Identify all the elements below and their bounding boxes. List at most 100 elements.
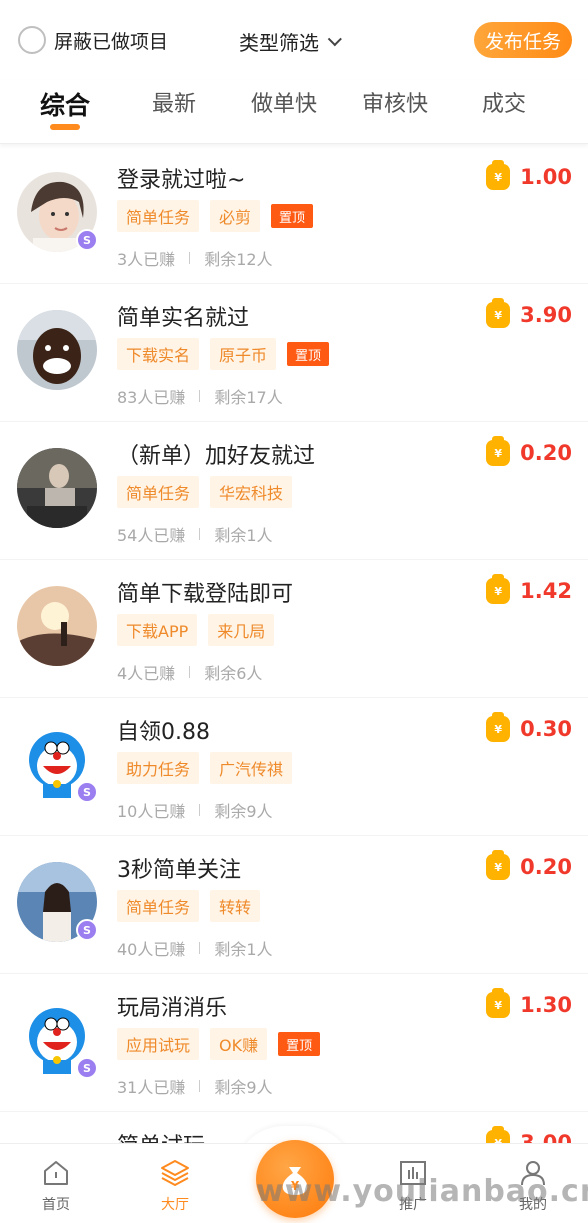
task-item[interactable]: S 自领0.88 助力任务 广汽传祺 10人已赚 剩余9人 ¥ 0.30	[0, 698, 588, 836]
task-hall-screen: 屏蔽已做项目 类型筛选 发布任务 综合 最新 做单快 审核快 成交 S 登录就过…	[0, 0, 588, 1223]
remaining-count: 剩余12人	[204, 250, 273, 269]
hide-done-label: 屏蔽已做项目	[54, 30, 169, 53]
task-item[interactable]: 简单实名就过 下载实名 原子币 置顶 83人已赚 剩余17人 ¥ 3.90	[0, 284, 588, 422]
divider	[199, 804, 201, 816]
reward-amount: 1.42	[520, 579, 572, 603]
nav-profile-label: 我的	[519, 1197, 547, 1213]
task-tags: 简单任务 转转	[117, 890, 271, 922]
task-tag: 应用试玩	[117, 1028, 200, 1060]
tab-deals[interactable]: 成交	[459, 86, 549, 118]
level-badge-icon: S	[76, 919, 98, 941]
level-badge-text: S	[83, 785, 91, 799]
user-icon	[521, 1161, 545, 1186]
hide-done-toggle[interactable]: 屏蔽已做项目	[18, 26, 168, 54]
avatar	[17, 448, 97, 528]
reward-amount: 0.20	[520, 441, 572, 465]
divider	[189, 666, 191, 678]
tab-fast-work[interactable]: 做单快	[239, 86, 329, 118]
task-tag: 简单任务	[117, 200, 200, 232]
task-reward: ¥ 1.30	[486, 988, 572, 1018]
level-badge-text: S	[83, 1061, 91, 1075]
nav-home[interactable]: 首页	[16, 1158, 96, 1214]
coin-glyph: ¥	[494, 308, 502, 322]
level-badge-text: S	[83, 923, 91, 937]
nav-profile[interactable]: 我的	[493, 1158, 573, 1214]
task-tags: 下载APP 来几局	[117, 614, 285, 646]
nav-promote[interactable]: 推广	[373, 1158, 453, 1214]
divider	[189, 252, 191, 264]
task-reward: ¥ 0.20	[486, 850, 572, 880]
publish-task-button[interactable]: 发布任务	[474, 22, 572, 58]
task-tag: 必剪	[210, 200, 261, 232]
task-item[interactable]: （新单）加好友就过 简单任务 华宏科技 54人已赚 剩余1人 ¥ 0.20	[0, 422, 588, 560]
task-tag: 原子币	[210, 338, 277, 370]
avatar	[17, 586, 97, 666]
task-stats: 4人已赚 剩余6人	[117, 660, 262, 684]
nav-hall-label: 大厅	[161, 1197, 189, 1213]
level-badge-text: S	[83, 233, 91, 247]
svg-text:¥: ¥	[291, 1179, 300, 1193]
task-tags: 简单任务 必剪 置顶	[117, 200, 314, 232]
task-title: 自领0.88	[117, 720, 210, 745]
task-tag: OK赚	[210, 1028, 268, 1060]
coin-glyph: ¥	[494, 584, 502, 598]
remaining-count: 剩余1人	[214, 526, 273, 545]
tab-latest[interactable]: 最新	[129, 86, 219, 118]
nav-hall[interactable]: 大厅	[135, 1158, 215, 1214]
type-filter-dropdown[interactable]: 类型筛选	[239, 27, 342, 56]
center-money-button[interactable]: ¥	[256, 1140, 334, 1218]
task-tag: 广汽传祺	[210, 752, 293, 784]
filter-bar: 屏蔽已做项目 类型筛选 发布任务	[0, 0, 588, 80]
coin-glyph: ¥	[494, 860, 502, 874]
task-title: 简单下载登陆即可	[117, 582, 294, 607]
task-reward: ¥ 0.30	[486, 712, 572, 742]
reward-amount: 3.90	[520, 303, 572, 327]
task-reward: ¥ 1.42	[486, 574, 572, 604]
task-item[interactable]: 简单下载登陆即可 下载APP 来几局 4人已赚 剩余6人 ¥ 1.42	[0, 560, 588, 698]
coin-glyph: ¥	[494, 446, 502, 460]
tab-fast-review[interactable]: 审核快	[350, 86, 440, 118]
task-reward: ¥ 3.90	[486, 298, 572, 328]
task-reward: ¥ 0.20	[486, 436, 572, 466]
category-tabs: 综合 最新 做单快 审核快 成交	[0, 80, 588, 144]
task-item[interactable]: S 登录就过啦~ 简单任务 必剪 置顶 3人已赚 剩余12人 ¥ 1.00	[0, 146, 588, 284]
chevron-down-icon	[327, 31, 342, 46]
task-tag: 转转	[210, 890, 261, 922]
divider	[199, 528, 201, 540]
earned-count: 31人已赚	[117, 1078, 186, 1097]
task-item[interactable]: S 3秒简单关注 简单任务 转转 40人已赚 剩余1人 ¥ 0.20	[0, 836, 588, 974]
task-stats: 10人已赚 剩余9人	[117, 798, 273, 822]
task-stats: 40人已赚 剩余1人	[117, 936, 273, 960]
remaining-count: 剩余9人	[214, 802, 273, 821]
active-tab-indicator	[50, 124, 80, 130]
remaining-count: 剩余17人	[214, 388, 283, 407]
divider	[199, 390, 201, 402]
task-tag: 来几局	[208, 614, 275, 646]
type-filter-label: 类型筛选	[239, 31, 319, 55]
tab-comprehensive[interactable]: 综合	[20, 86, 110, 122]
task-tags: 简单任务 华宏科技	[117, 476, 303, 508]
task-title: 3秒简单关注	[117, 858, 241, 883]
coin-bag-icon: ¥	[486, 160, 511, 190]
coin-bag-icon: ¥	[486, 574, 511, 604]
radio-checkbox[interactable]	[18, 26, 46, 54]
coin-bag-icon: ¥	[486, 298, 511, 328]
coin-bag-icon: ¥	[486, 712, 511, 742]
pinned-badge: 置顶	[287, 342, 330, 366]
task-tag: 助力任务	[117, 752, 200, 784]
remaining-count: 剩余9人	[214, 1078, 273, 1097]
reward-amount: 1.30	[520, 993, 572, 1017]
coin-bag-icon: ¥	[486, 988, 511, 1018]
task-stats: 54人已赚 剩余1人	[117, 522, 273, 546]
task-item[interactable]: S 玩局消消乐 应用试玩 OK赚 置顶 31人已赚 剩余9人 ¥ 1.30	[0, 974, 588, 1112]
task-tags: 下载实名 原子币 置顶	[117, 338, 330, 370]
reward-amount: 0.30	[520, 717, 572, 741]
coin-glyph: ¥	[494, 170, 502, 184]
task-stats: 3人已赚 剩余12人	[117, 246, 273, 270]
pinned-badge: 置顶	[271, 204, 314, 228]
level-badge-icon: S	[76, 781, 98, 803]
home-icon	[44, 1161, 68, 1185]
earned-count: 3人已赚	[117, 250, 176, 269]
divider	[199, 1080, 201, 1092]
remaining-count: 剩余6人	[204, 664, 263, 683]
